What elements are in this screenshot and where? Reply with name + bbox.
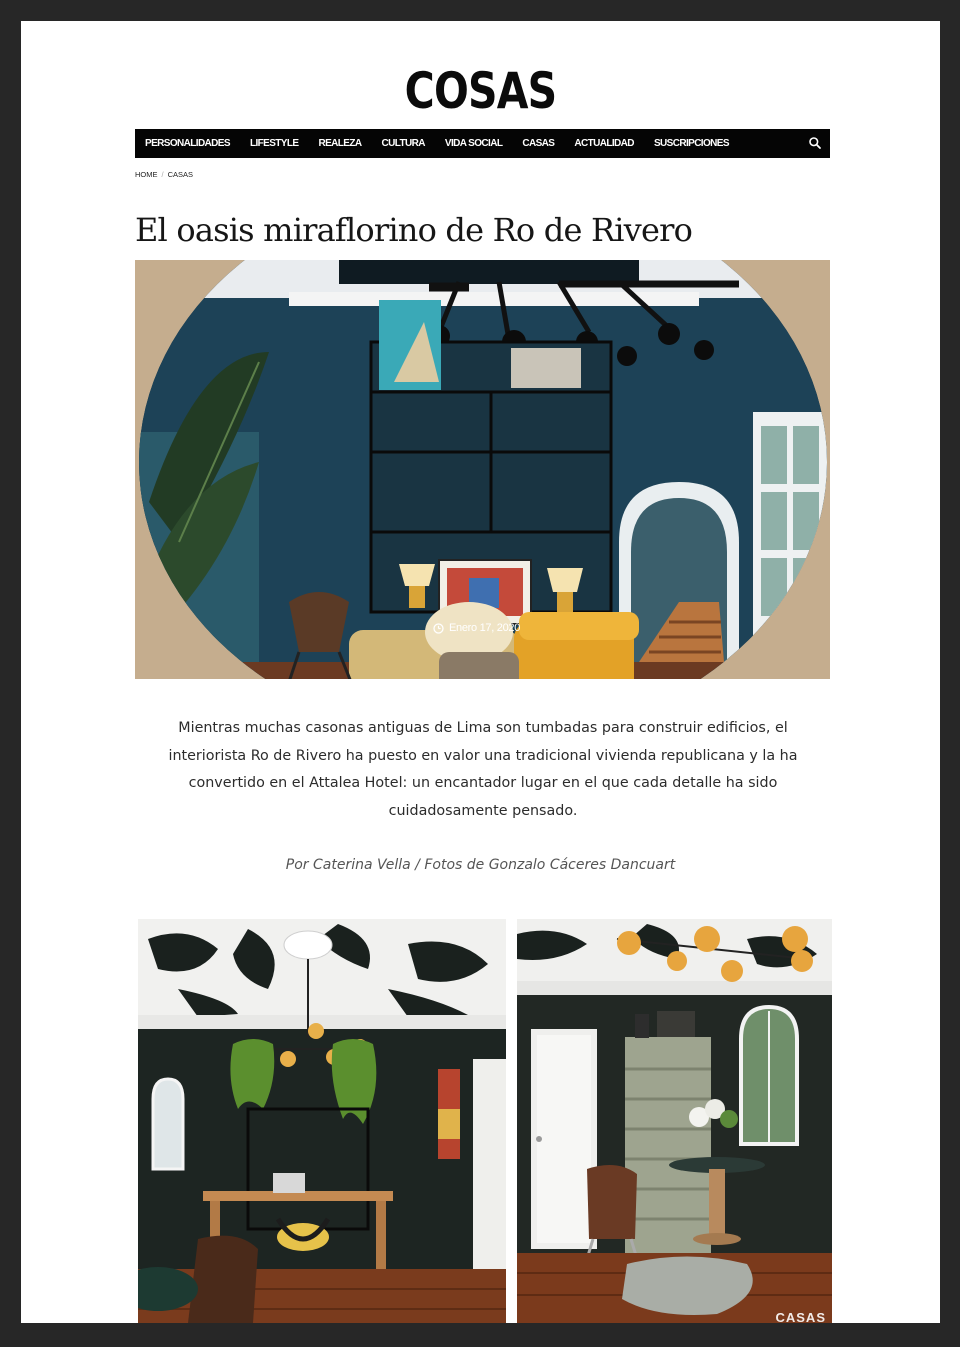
- article-credits: Por Caterina Vella / Fotos de Gonzalo Cá…: [285, 857, 676, 873]
- living-room-illustration: [139, 260, 827, 679]
- main-nav: PERSONALIDADES LIFESTYLE REALEZA CULTURA…: [135, 129, 830, 158]
- nav-item-vida-social[interactable]: VIDA SOCIAL: [445, 138, 503, 149]
- nav-item-realeza[interactable]: REALEZA: [318, 138, 362, 149]
- hero-photo-circle: [139, 260, 827, 679]
- nav-item-lifestyle[interactable]: LIFESTYLE: [250, 138, 299, 149]
- breadcrumb-separator: /: [161, 170, 164, 179]
- article-lead: Mientras muchas casonas antiguas de Lima…: [168, 720, 798, 819]
- bookcase-illustration: [517, 919, 832, 1323]
- clock-icon: [433, 622, 444, 634]
- article-title: El oasis miraflorino de Ro de Rivero: [135, 211, 693, 249]
- site-logo[interactable]: COSAS: [104, 63, 858, 119]
- bookcase-photo: CASAS: [517, 919, 832, 1323]
- search-icon[interactable]: [808, 136, 822, 150]
- breadcrumb-casas[interactable]: CASAS: [168, 170, 193, 179]
- photo-watermark: CASAS: [775, 1310, 826, 1323]
- hero-image: Enero 17, 2020: [135, 260, 830, 679]
- nav-item-actualidad[interactable]: ACTUALIDAD: [574, 138, 634, 149]
- nav-item-personalidades[interactable]: PERSONALIDADES: [145, 138, 231, 149]
- article-page: COSAS PERSONALIDADES LIFESTYLE REALEZA C…: [21, 21, 940, 1323]
- breadcrumb-home[interactable]: HOME: [135, 170, 158, 179]
- office-illustration: [138, 919, 506, 1323]
- article-date-text: Enero 17, 2020: [449, 622, 521, 634]
- office-photo: [138, 919, 506, 1323]
- nav-item-cultura[interactable]: CULTURA: [381, 138, 425, 149]
- nav-item-casas[interactable]: CASAS: [522, 138, 555, 149]
- breadcrumb: HOME / CASAS: [135, 170, 193, 179]
- nav-item-suscripciones[interactable]: SUSCRIPCIONES: [654, 138, 730, 149]
- article-date: Enero 17, 2020: [433, 622, 520, 634]
